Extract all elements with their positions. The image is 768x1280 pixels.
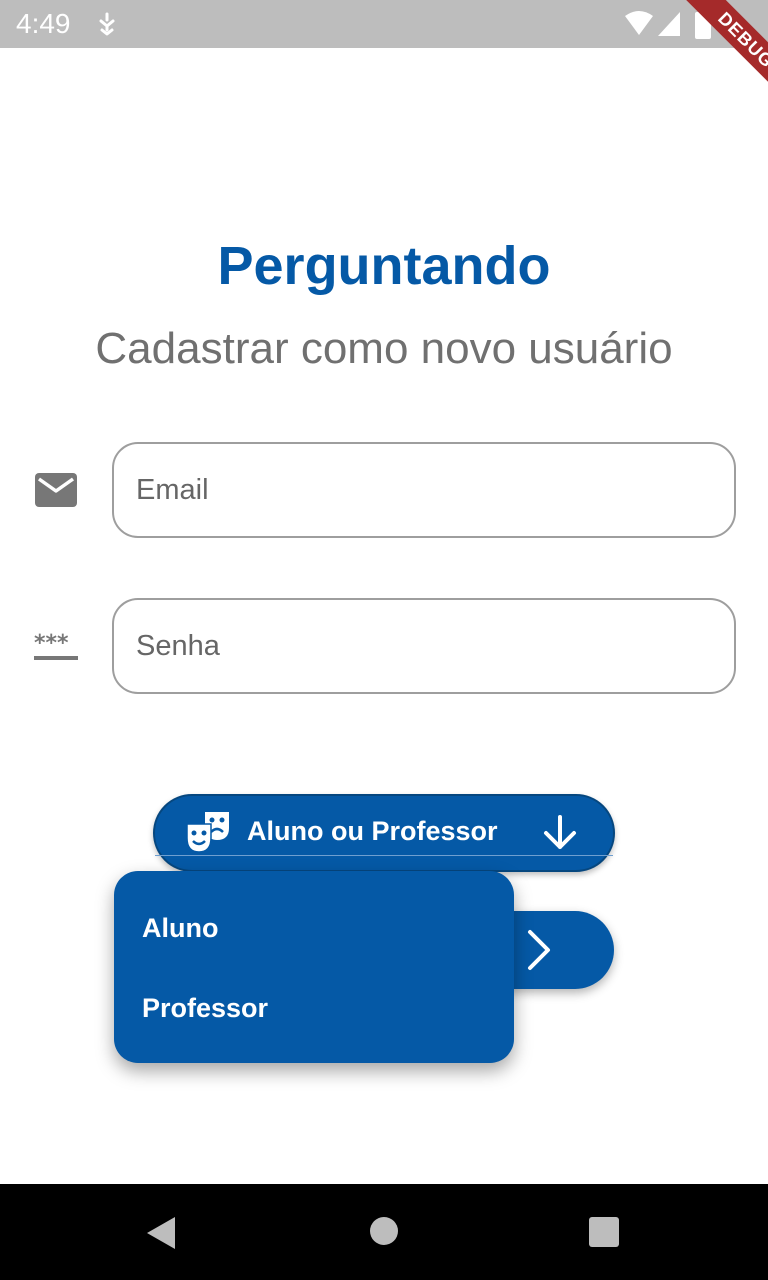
email-icon xyxy=(34,472,78,513)
role-dropdown-menu: Aluno Professor xyxy=(114,871,514,1063)
email-field[interactable] xyxy=(112,442,736,538)
wifi-icon xyxy=(624,10,654,41)
status-bar: 4:49 xyxy=(0,0,768,48)
arrow-down-icon xyxy=(541,814,579,857)
recents-icon[interactable] xyxy=(589,1217,619,1252)
email-input[interactable] xyxy=(114,444,734,536)
system-nav-bar xyxy=(0,1184,768,1280)
password-icon: *** xyxy=(34,630,78,667)
signal-icon xyxy=(656,10,682,43)
password-input[interactable] xyxy=(114,600,734,692)
back-icon[interactable] xyxy=(146,1216,176,1255)
svg-text:***: *** xyxy=(34,631,69,656)
dropdown-underline xyxy=(155,855,613,856)
role-dropdown-label: Aluno ou Professor xyxy=(247,816,498,846)
battery-icon xyxy=(694,9,712,44)
menu-item-aluno[interactable]: Aluno xyxy=(142,913,218,944)
role-dropdown[interactable]: Aluno ou Professor xyxy=(153,794,615,872)
password-field[interactable] xyxy=(112,598,736,694)
chevron-right-icon xyxy=(524,929,554,976)
app-title: Perguntando xyxy=(217,236,551,296)
theater-masks-icon xyxy=(185,810,231,859)
home-icon[interactable] xyxy=(369,1216,399,1251)
menu-item-professor[interactable]: Professor xyxy=(142,993,268,1024)
notification-icon xyxy=(96,12,118,41)
page-subtitle: Cadastrar como novo usuário xyxy=(95,324,673,373)
status-time: 4:49 xyxy=(16,8,71,39)
